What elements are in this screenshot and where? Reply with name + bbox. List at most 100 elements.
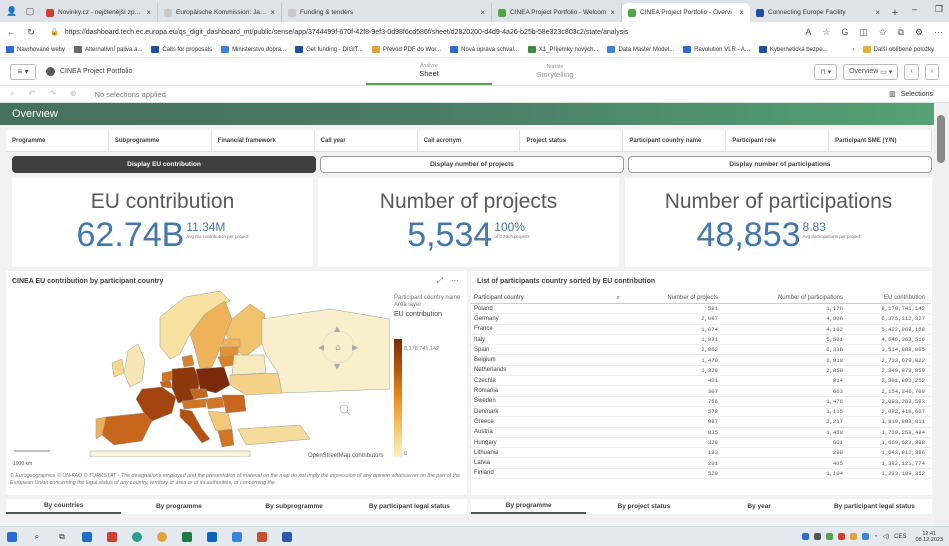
- powerpoint-icon[interactable]: [254, 529, 270, 545]
- tab-actions-icon[interactable]: ▢: [22, 3, 38, 19]
- filter-call-year[interactable]: Call year: [314, 130, 418, 152]
- outlook-icon[interactable]: [79, 529, 95, 545]
- close-icon[interactable]: ×: [875, 8, 880, 17]
- table-row[interactable]: Poland 581 1,176 8,178,741,142: [471, 304, 931, 315]
- close-icon[interactable]: ×: [146, 8, 151, 17]
- minimize-icon[interactable]: –: [912, 4, 917, 15]
- clear-selections-icon[interactable]: ⊗: [70, 89, 77, 99]
- table-row[interactable]: Netherlands 1,328 2,858 2,349,873,859: [471, 366, 931, 377]
- step-back-icon[interactable]: ↶: [28, 89, 35, 99]
- table-row[interactable]: Lithuania 183 298 1,643,812,386: [471, 448, 931, 459]
- display-projects-button[interactable]: Display number of projects: [320, 156, 624, 173]
- table-row[interactable]: Belgium 1,479 2,919 2,723,679,822: [471, 355, 931, 366]
- country-netherlands[interactable]: [161, 370, 173, 382]
- tab-by-legal-status[interactable]: By participant legal status: [817, 499, 932, 514]
- europe-map[interactable]: ⌂ ◀ ▶ ▲ ▼: [10, 289, 390, 457]
- tray-icon[interactable]: [801, 533, 809, 540]
- search-icon[interactable]: ⌕: [617, 295, 620, 302]
- start-icon[interactable]: [4, 529, 20, 545]
- bookmark-button[interactable]: ⊓ ▾: [814, 63, 838, 80]
- search-icon[interactable]: ⌕: [29, 529, 45, 545]
- chevron-right-icon[interactable]: ›: [853, 47, 855, 53]
- word-icon[interactable]: [279, 529, 295, 545]
- bookmark-item[interactable]: Revolution VLR - A...: [683, 46, 750, 53]
- bookmark-folder[interactable]: Další oblíbené položky: [862, 46, 934, 53]
- language-indicator[interactable]: CES: [894, 534, 906, 540]
- tab-by-project-status[interactable]: By project status: [586, 499, 701, 514]
- back-icon[interactable]: ←: [6, 27, 16, 37]
- acrobat-icon[interactable]: [104, 529, 120, 545]
- country-denmark[interactable]: [181, 354, 195, 368]
- more-icon[interactable]: ⋯: [934, 27, 943, 38]
- table-row[interactable]: Greece 987 2,217 1,819,883,811: [471, 417, 931, 428]
- chrome-icon[interactable]: [154, 529, 170, 545]
- display-eu-contribution-button[interactable]: Display EU contribution: [12, 156, 316, 173]
- table-row[interactable]: Finland 529 1,104 1,233,189,352: [471, 469, 931, 480]
- profile-icon[interactable]: 👤: [4, 3, 20, 19]
- country-romania[interactable]: [221, 394, 247, 414]
- country-russia[interactable]: [261, 308, 390, 394]
- table-row[interactable]: Austria 835 1,459 1,729,258,484: [471, 428, 931, 438]
- refresh-ext-icon[interactable]: G: [841, 27, 848, 38]
- table-row[interactable]: Italy 1,931 5,501 4,646,368,516: [471, 335, 931, 346]
- filter-programme[interactable]: Programme: [6, 130, 109, 152]
- volume-icon[interactable]: ◁): [883, 533, 890, 540]
- header-eu-contribution[interactable]: EU contribution: [846, 295, 928, 301]
- close-icon[interactable]: ×: [610, 8, 615, 17]
- country-north-africa[interactable]: [89, 450, 251, 457]
- map-canvas[interactable]: ⌂ ◀ ▶ ▲ ▼: [10, 289, 390, 457]
- scrollbar-thumb[interactable]: [937, 115, 945, 163]
- clock[interactable]: 12:41 08.12.2023: [915, 531, 943, 543]
- new-tab-icon[interactable]: +: [886, 3, 904, 22]
- bookmark-item[interactable]: Data Master Model...: [607, 46, 674, 53]
- read-aloud-icon[interactable]: A: [805, 27, 811, 38]
- browser-tab[interactable]: Funding & tenders ×: [282, 3, 492, 22]
- close-icon[interactable]: ×: [480, 8, 485, 17]
- header-country[interactable]: Participant country ⌕: [471, 295, 626, 302]
- tab-by-programme[interactable]: By programme: [471, 499, 587, 514]
- next-sheet-button[interactable]: ›: [924, 63, 939, 80]
- country-austria[interactable]: [181, 398, 207, 410]
- extensions-icon[interactable]: ⚙: [915, 27, 923, 38]
- header-projects[interactable]: Number of projects: [626, 295, 721, 301]
- restore-icon[interactable]: ❐: [935, 4, 943, 15]
- mode-narrate-tab[interactable]: Narrate Storytelling: [492, 58, 618, 85]
- table-row[interactable]: Czechia 431 814 2,301,893,252: [471, 376, 931, 387]
- tab-by-countries[interactable]: By countries: [6, 499, 122, 514]
- header-participations[interactable]: Number of participations: [721, 295, 846, 301]
- url-input[interactable]: 🔒 https://dashboard.tech.ec.europa.eu/qs_…: [46, 25, 795, 40]
- tab-by-subprogramme[interactable]: By subprogramme: [237, 499, 352, 514]
- sheet-selector[interactable]: Overview ▭ ▾: [843, 63, 899, 80]
- table-row[interactable]: Latvia 201 405 1,382,121,774: [471, 458, 931, 469]
- filter-financial-framework[interactable]: Financial framework: [211, 130, 315, 152]
- tab-by-legal-status[interactable]: By participant legal status: [352, 499, 467, 514]
- more-options-icon[interactable]: ⋯: [451, 276, 459, 286]
- close-icon[interactable]: ×: [270, 8, 275, 17]
- files-icon[interactable]: [229, 529, 245, 545]
- outlook2-icon[interactable]: [204, 529, 220, 545]
- wifi-icon[interactable]: ◔: [874, 534, 878, 540]
- page-scrollbar[interactable]: [934, 103, 949, 539]
- bookmark-item[interactable]: Nová úprava schval...: [450, 46, 519, 53]
- edge-icon[interactable]: [129, 529, 145, 545]
- bookmark-item[interactable]: X1_Příjemky nových...: [527, 46, 598, 53]
- bookmark-item[interactable]: Navrhované weby: [6, 46, 65, 53]
- filter-project-status[interactable]: Project status: [520, 130, 624, 152]
- filter-participant-sme[interactable]: Participant SME (Y/N): [829, 130, 933, 152]
- smart-search-icon[interactable]: ⌕: [10, 89, 14, 99]
- tray-icon[interactable]: [837, 533, 845, 540]
- task-view-icon[interactable]: ⧉: [54, 529, 70, 545]
- menu-button[interactable]: ≡ ▾: [10, 63, 36, 80]
- browser-tab[interactable]: Novinky.cz - nejčtenější zprávy n ×: [40, 3, 158, 22]
- bookmark-item[interactable]: Alternativní paliva a...: [74, 46, 142, 53]
- collections-icon[interactable]: ⧉: [897, 27, 903, 38]
- country-hungary[interactable]: [205, 396, 225, 410]
- expand-icon[interactable]: ⤢: [437, 276, 443, 286]
- split-icon[interactable]: ◫: [859, 27, 868, 38]
- filter-call-acronym[interactable]: Call acronym: [417, 130, 521, 152]
- filter-participant-country[interactable]: Participant country name: [623, 130, 727, 152]
- table-row[interactable]: Germany 2,087 4,806 6,375,112,327: [471, 314, 931, 325]
- mode-analyze-tab[interactable]: Analyze Sheet: [366, 58, 492, 85]
- bookmark-item[interactable]: Ministerstvo dopra...: [221, 46, 286, 53]
- refresh-icon[interactable]: ↻: [26, 27, 36, 38]
